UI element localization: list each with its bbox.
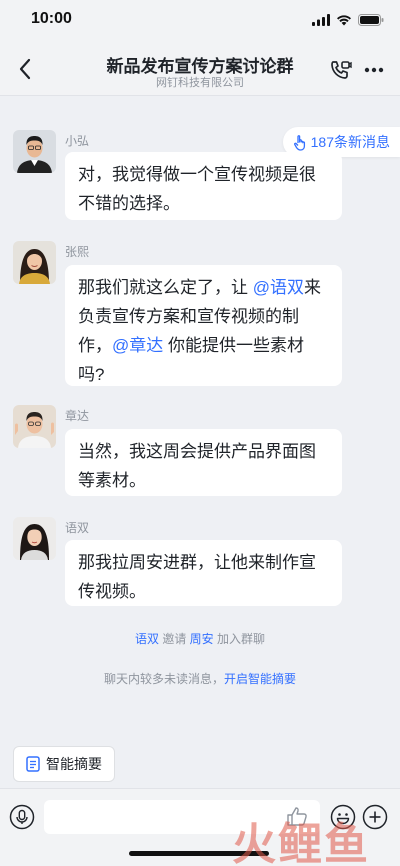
avatar[interactable] (13, 517, 56, 560)
more-dots-icon (364, 67, 384, 73)
call-button[interactable] (328, 58, 352, 82)
signal-icon (312, 14, 330, 26)
message-bubble[interactable]: 当然，我这周会提供产品界面图等素材。 (65, 429, 342, 496)
document-icon (26, 756, 40, 772)
status-icons (312, 14, 384, 26)
message-text: 对，我觉得做一个宣传视频是很不错的选择。 (78, 165, 316, 213)
message-text: 那我们就这么定了，让 (78, 278, 253, 297)
new-messages-count: 187条新消息 (310, 134, 390, 150)
system-invite-notice: 语双 邀请 周安 加入群聊 (0, 630, 400, 647)
avatar[interactable] (13, 130, 56, 173)
message-bubble[interactable]: 那我们就这么定了，让 @语双来负责宣传方案和宣传视频的制作，@章达 你能提供一些… (65, 265, 342, 386)
invitee-link[interactable]: 周安 (190, 632, 214, 646)
invite-action: 加入群聊 (217, 632, 266, 646)
inviter-link[interactable]: 语双 (135, 632, 159, 646)
phone-call-icon (331, 61, 352, 79)
unread-hint-text: 聊天内较多未读消息， (103, 672, 224, 686)
watermark-logo: 火鲤鱼 (232, 819, 370, 866)
sender-name: 小弘 (65, 134, 90, 148)
message-bubble[interactable]: 那我拉周安进群，让他来制作宣传视频。 (65, 540, 342, 606)
smart-summary-button[interactable]: 智能摘要 (13, 746, 115, 782)
wifi-icon (337, 15, 351, 26)
mention-link[interactable]: @章达 (112, 336, 163, 355)
microphone-icon (9, 804, 35, 830)
smart-summary-label: 智能摘要 (46, 756, 102, 772)
sender-name: 语双 (65, 521, 90, 535)
more-button[interactable] (362, 58, 386, 82)
status-time: 10:00 (31, 10, 72, 27)
invite-verb: 邀请 (162, 632, 187, 646)
message-text: 当然，我这周会提供产品界面图等素材。 (78, 442, 316, 490)
message-text: 那我拉周安进群，让他来制作宣传视频。 (78, 553, 316, 601)
status-bar: 10:00 (0, 0, 400, 40)
avatar[interactable] (13, 241, 56, 284)
message-bubble[interactable]: 对，我觉得做一个宣传视频是很不错的选择。 (65, 152, 342, 220)
sender-name: 张熙 (65, 245, 90, 259)
chat-header: 新品发布宣传方案讨论群 网钉科技有限公司 (0, 40, 400, 96)
avatar[interactable] (13, 405, 56, 448)
battery-icon (358, 14, 384, 26)
sender-name: 章达 (65, 409, 90, 423)
voice-button[interactable] (9, 804, 35, 830)
pointing-hand-icon (293, 134, 305, 151)
unread-hint-notice: 聊天内较多未读消息，开启智能摘要 (0, 670, 400, 687)
mention-link[interactable]: @语双 (253, 278, 304, 297)
enable-summary-link[interactable]: 开启智能摘要 (224, 672, 296, 686)
